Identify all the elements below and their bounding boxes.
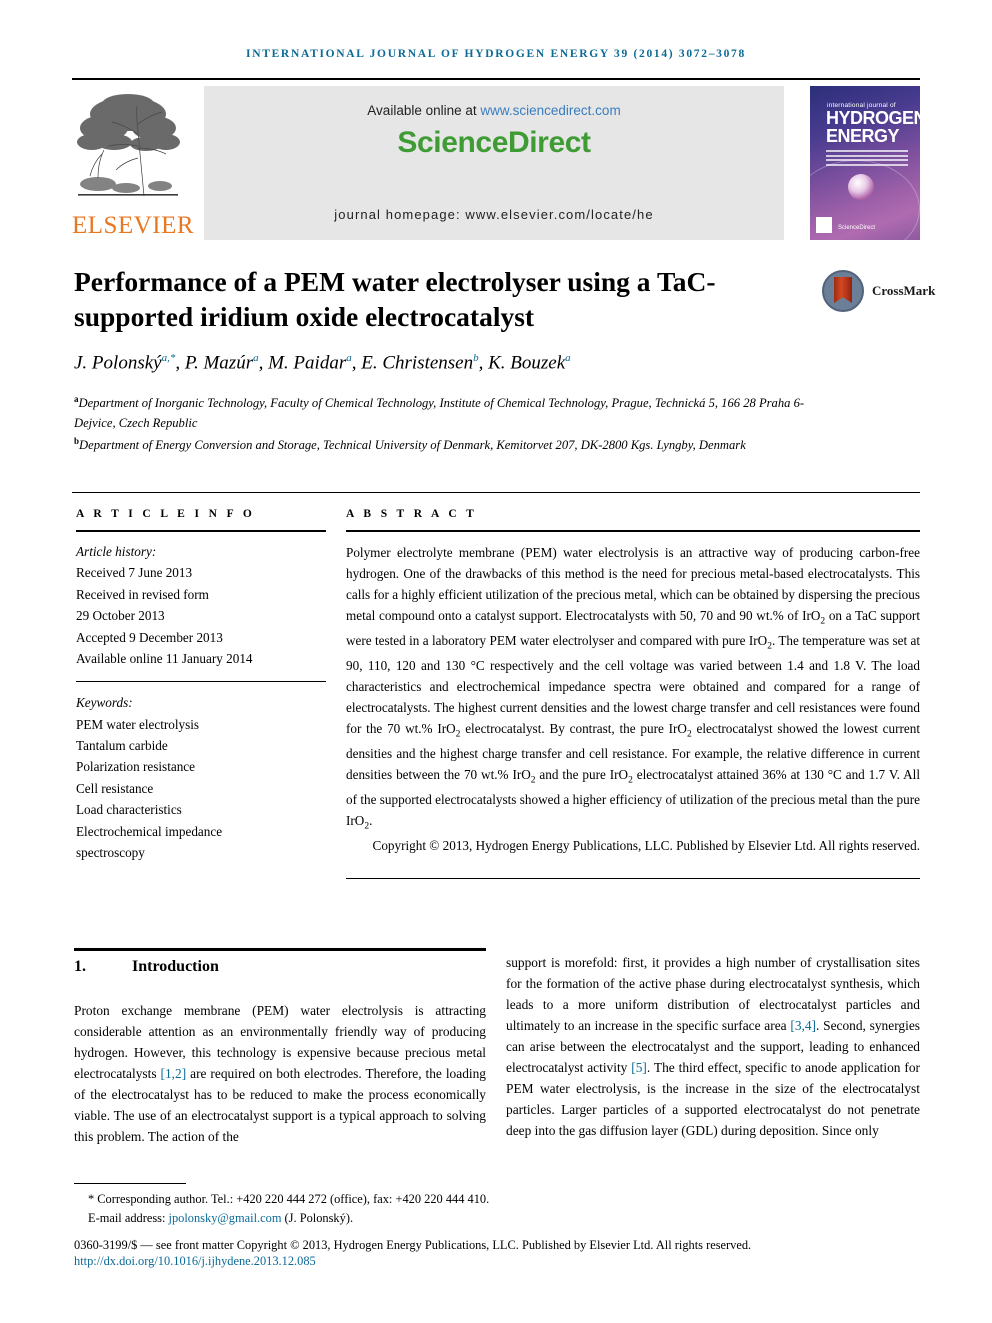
cover-sciencedirect-label: ScienceDirect [838, 225, 876, 231]
cover-publisher-badge [816, 217, 832, 233]
cover-editor-lines [826, 150, 908, 168]
abstract-text: Polymer electrolyte membrane (PEM) water… [346, 545, 921, 832]
abstract-end-rule [346, 878, 920, 879]
elsevier-tree-icon [74, 88, 182, 203]
crossmark-badge[interactable]: CrossMark [822, 268, 935, 320]
affiliations: aDepartment of Inorganic Technology, Fac… [74, 392, 834, 456]
header-rule [72, 78, 920, 80]
article-history-block: Article history: Received 7 June 2013 Re… [76, 541, 326, 669]
section-heading: 1. Introduction [74, 958, 486, 976]
running-head: INTERNATIONAL JOURNAL OF HYDROGEN ENERGY… [246, 48, 746, 60]
abstract-copyright: Copyright © 2013, Hydrogen Energy Public… [372, 838, 920, 854]
author-list: J. Polonskýa,*, P. Mazúra, M. Paidara, E… [74, 352, 571, 374]
cover-title-hydrogen: HYDROGEN [826, 108, 920, 128]
keyword-item: Load characteristics [76, 802, 182, 818]
corresponding-author-note: * Corresponding author. Tel.: +420 220 4… [88, 1192, 490, 1206]
article-history-label: Article history: [76, 544, 157, 559]
available-online-text: Available online at www.sciencedirect.co… [204, 103, 784, 118]
keywords-block: Keywords: PEM water electrolysis Tantalu… [76, 692, 326, 863]
affiliation-b-text: Department of Energy Conversion and Stor… [79, 438, 746, 453]
info-section-rule [72, 492, 920, 493]
section-number: 1. [74, 958, 86, 975]
sciencedirect-banner: Available online at www.sciencedirect.co… [204, 86, 784, 240]
article-info-divider [76, 681, 326, 683]
body-column-right: support is morefold: first, it provides … [506, 955, 920, 1139]
abstract-column: A B S T R A C T Polymer electrolyte memb… [346, 508, 920, 856]
cover-title-energy: ENERGY [826, 126, 900, 146]
footnote-block: * Corresponding author. Tel.: +420 220 4… [74, 1190, 922, 1228]
journal-cover-thumbnail: international journal of HYDROGEN ENERGY… [810, 86, 920, 240]
section-rule [74, 948, 486, 951]
cover-orb-graphic [848, 174, 874, 200]
affiliation-b: bDepartment of Energy Conversion and Sto… [74, 435, 746, 453]
available-online-label: Available online at [367, 103, 481, 118]
sciencedirect-logo[interactable]: ScienceDirect [204, 126, 784, 160]
keyword-item: Cell resistance [76, 780, 154, 796]
history-item: 29 October 2013 [76, 608, 165, 624]
body-column-left: Proton exchange membrane (PEM) water ele… [74, 1003, 486, 1145]
doi-link[interactable]: http://dx.doi.org/10.1016/j.ijhydene.201… [74, 1254, 316, 1269]
abstract-underline [346, 530, 920, 532]
page-title: Performance of a PEM water electrolyser … [74, 266, 716, 333]
journal-homepage-link[interactable]: journal homepage: www.elsevier.com/locat… [204, 207, 784, 222]
affiliation-a: aDepartment of Inorganic Technology, Fac… [74, 394, 805, 431]
paper-page: INTERNATIONAL JOURNAL OF HYDROGEN ENERGY… [0, 0, 992, 1323]
keyword-item: spectroscopy [76, 844, 145, 860]
history-item: Received 7 June 2013 [76, 565, 193, 581]
keywords-label: Keywords: [76, 695, 133, 711]
footnote-rule [74, 1183, 186, 1184]
elsevier-wordmark: ELSEVIER [72, 212, 195, 239]
elsevier-logo: ELSEVIER [72, 86, 195, 240]
article-info-column: A R T I C L E I N F O Article history: R… [76, 508, 326, 863]
history-item: Accepted 9 December 2013 [76, 629, 223, 645]
keyword-item: Polarization resistance [76, 759, 196, 775]
masthead: ELSEVIER Available online at www.science… [72, 86, 920, 240]
sciencedirect-url[interactable]: www.sciencedirect.com [480, 103, 620, 118]
article-info-underline [76, 530, 326, 532]
history-item: Received in revised form [76, 586, 209, 602]
affiliation-a-text: Department of Inorganic Technology, Facu… [74, 396, 805, 431]
issn-copyright-line: 0360-3199/$ — see front matter Copyright… [74, 1238, 752, 1252]
article-info-heading: A R T I C L E I N F O [76, 508, 256, 520]
section-title-text: Introduction [132, 958, 219, 975]
abstract-heading: A B S T R A C T [346, 508, 478, 520]
history-item: Available online 11 January 2014 [76, 650, 253, 666]
crossmark-label: CrossMark [872, 283, 936, 298]
keyword-item: Tantalum carbide [76, 738, 168, 753]
keyword-item: PEM water electrolysis [76, 716, 200, 732]
email-address-note[interactable]: E-mail address: jpolonsky@gmail.com (J. … [74, 1209, 922, 1228]
keyword-item: Electrochemical impedance [76, 823, 223, 839]
